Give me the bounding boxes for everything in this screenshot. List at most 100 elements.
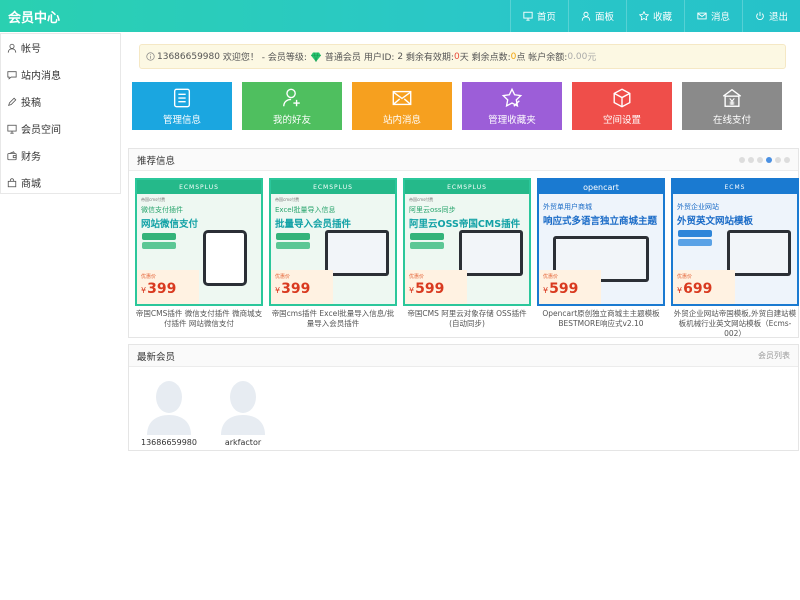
power-icon: [756, 11, 764, 20]
site-title: 会员中心: [8, 10, 61, 26]
price-label: 优惠价: [409, 274, 425, 280]
carousel-dot[interactable]: [784, 156, 790, 163]
free-upgrade-tag: [678, 239, 712, 246]
avatar[interactable]: [143, 375, 195, 435]
tile-messages[interactable]: 站内消息: [352, 82, 452, 130]
tile-online-payment[interactable]: 在线支付: [682, 82, 782, 130]
recommend-header: 推荐信息: [129, 149, 798, 171]
product-card[interactable]: ECMSPLUS 帝国cms付费 微信支付插件 网站微信支付 优惠价 ¥399 …: [135, 178, 263, 339]
tile-my-friends[interactable]: 我的好友: [242, 82, 342, 130]
member-item[interactable]: 13686659980: [139, 375, 199, 447]
sidebar-item-space[interactable]: 会员空间: [1, 115, 120, 142]
product-caption[interactable]: 帝国CMS 阿里云对象存储 OSS插件 (自动同步): [403, 309, 531, 329]
user-icon: [7, 43, 17, 53]
product-image[interactable]: ECMS 外贸企业网站 外贸英文网站模板 优惠价 ¥699: [671, 178, 799, 306]
product-line1: 微信支付插件: [141, 206, 183, 214]
product-image[interactable]: ECMSPLUS 帝国cms付费 微信支付插件 网站微信支付 优惠价 ¥399: [135, 178, 263, 306]
sidebar-item-shop[interactable]: 商城: [1, 169, 120, 196]
avatar[interactable]: [217, 375, 269, 435]
nav-messages[interactable]: 消息: [683, 0, 742, 32]
product-line2: 批量导入会员插件: [275, 219, 352, 230]
recommend-title: 推荐信息: [137, 155, 176, 167]
tile-favorites[interactable]: 管理收藏夹: [462, 82, 562, 130]
product-line2: 网站微信支付: [141, 219, 199, 230]
sidebar-item-label: 商城: [21, 179, 41, 190]
price-value: 599: [415, 281, 445, 297]
monitor-icon: [523, 11, 533, 21]
product-caption[interactable]: 外贸企业网站帝国模板,外贸自建站模板机械行业英文网站模板（Ecms-002）: [671, 309, 799, 339]
price-value: 699: [683, 281, 713, 297]
product-caption[interactable]: 帝国cms插件 Excel批量导入信息/批量导入会员插件: [269, 309, 397, 329]
pencil-icon: [8, 97, 17, 106]
nav-panel[interactable]: 面板: [567, 0, 626, 32]
currency: ¥: [275, 286, 281, 295]
product-line1: 外贸企业网站: [677, 203, 719, 211]
price-label: 优惠价: [141, 274, 157, 280]
sidebar-item-submit[interactable]: 投稿: [1, 88, 120, 115]
chat-icon: [7, 70, 17, 80]
nav-panel-label: 面板: [594, 12, 614, 23]
carousel-dot[interactable]: [748, 156, 754, 163]
nav-logout[interactable]: 退出: [741, 0, 800, 32]
product-line1: 外贸单用户商城: [543, 203, 592, 211]
product-caption[interactable]: 帝国CMS插件 微信支付插件 微商城支付插件 网站微信支付: [135, 309, 263, 329]
monitor-icon: [7, 124, 17, 134]
nav-logout-label: 退出: [768, 12, 788, 23]
add-user-icon: [283, 88, 300, 106]
notice-welcome: 欢迎您！: [222, 53, 259, 63]
sidebar-item-account[interactable]: 帐号: [1, 34, 120, 61]
notice-level-label: - 会员等级:: [261, 53, 307, 63]
sidebar-item-label: 帐号: [21, 44, 41, 55]
user-icon: [581, 11, 591, 21]
nav-favorites[interactable]: 收藏: [625, 0, 684, 32]
info-circle-icon: [146, 52, 155, 61]
product-card[interactable]: ECMSPLUS 帝国cms付费 Excel批量导入信息 批量导入会员插件 优惠…: [269, 178, 397, 339]
product-line1: Excel批量导入信息: [275, 206, 336, 214]
latest-members-title: 最新会员: [137, 351, 176, 363]
product-image[interactable]: opencart 外贸单用户商城 响应式多语言独立商城主题 优惠价 ¥599: [537, 178, 665, 306]
notice-points-label: 剩余点数:: [471, 53, 511, 63]
product-caption[interactable]: Opencart原创独立商城主主题模板BESTMORE响应式v2.10: [537, 309, 665, 329]
tile-space-settings[interactable]: 空间设置: [572, 82, 672, 130]
product-image[interactable]: ECMSPLUS 帝国cms付费 Excel批量导入信息 批量导入会员插件 优惠…: [269, 178, 397, 306]
price-label: 优惠价: [543, 274, 559, 280]
recommend-carousel: ECMSPLUS 帝国cms付费 微信支付插件 网站微信支付 优惠价 ¥399 …: [135, 178, 799, 339]
carousel-dot[interactable]: [775, 156, 781, 163]
price-value: 399: [281, 281, 311, 297]
tile-manage-info[interactable]: 管理信息: [132, 82, 232, 130]
sidebar-item-label: 财务: [21, 152, 41, 163]
product-brand: ECMSPLUS: [137, 180, 261, 194]
product-sub: 帝国cms付费: [409, 197, 434, 202]
member-list: 13686659980 arkfactor: [139, 375, 273, 447]
notice-username: 13686659980: [157, 51, 220, 62]
currency: ¥: [543, 286, 549, 295]
install-guide-tag: [678, 230, 712, 237]
notice-level: 普通会员: [324, 53, 361, 63]
latest-members-panel: 最新会员 会员列表 13686659980 arkfactor: [128, 344, 799, 451]
notice-balance-unit: 元: [587, 53, 597, 63]
product-image[interactable]: ECMSPLUS 帝国cms付费 阿里云oss同步 阿里云OSS帝国CMS插件 …: [403, 178, 531, 306]
carousel-dot-active[interactable]: [766, 156, 772, 163]
member-list-link[interactable]: 会员列表: [758, 350, 790, 361]
member-name[interactable]: arkfactor: [225, 438, 261, 447]
carousel-dot[interactable]: [739, 156, 745, 163]
star-icon: [638, 11, 649, 21]
product-card[interactable]: opencart 外贸单用户商城 响应式多语言独立商城主题 优惠价 ¥599 O…: [537, 178, 665, 339]
member-item[interactable]: arkfactor: [213, 375, 273, 447]
price-badge: 优惠价 ¥399: [271, 270, 333, 304]
member-name[interactable]: 13686659980: [141, 438, 197, 447]
carousel-dots: [739, 156, 790, 163]
star-icon: [501, 87, 523, 107]
nav-home[interactable]: 首页: [509, 0, 568, 32]
envelope-icon: [697, 12, 707, 20]
tile-label: 我的好友: [272, 114, 311, 126]
product-sub: 帝国cms付费: [275, 197, 300, 202]
sidebar-item-finance[interactable]: 财务: [1, 142, 120, 169]
sidebar-item-label: 会员空间: [21, 125, 61, 136]
product-card[interactable]: ECMS 外贸企业网站 外贸英文网站模板 优惠价 ¥699 外贸企业网站帝国模板…: [671, 178, 799, 339]
carousel-dot[interactable]: [757, 156, 763, 163]
product-card[interactable]: ECMSPLUS 帝国cms付费 阿里云oss同步 阿里云OSS帝国CMS插件 …: [403, 178, 531, 339]
product-line2: 外贸英文网站模板: [677, 216, 754, 227]
price-value: 399: [147, 281, 177, 297]
sidebar-item-messages[interactable]: 站内消息: [1, 61, 120, 88]
